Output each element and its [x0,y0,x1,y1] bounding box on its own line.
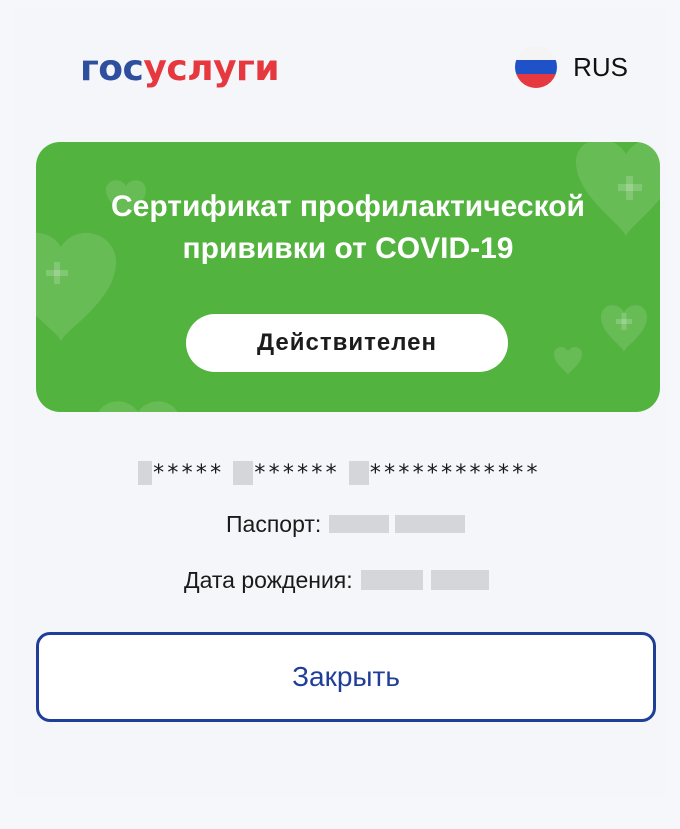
birthdate-value-blurred [430,570,489,590]
russia-flag-icon [515,46,558,88]
passport-value-blurred [329,515,390,533]
name-mask-2: ****** [253,460,339,486]
birthdate-row: Дата рождения: [184,560,489,600]
masked-name: ***** ****** ************ [138,456,550,490]
passport-label: Паспорт: [226,510,322,537]
blurred-initial [348,461,369,485]
certificate-page: госуслуги RUS Сертификат профилактическо… [14,8,666,798]
birthdate-value-blurred [360,570,423,590]
certificate-title: Сертификат профилактической прививки от … [36,186,660,270]
close-button[interactable]: Закрыть [36,632,656,722]
passport-value-blurred [395,515,466,533]
certificate-card: Сертификат профилактической прививки от … [36,142,660,412]
name-mask-1: ***** [152,460,224,486]
gosuslugi-logo[interactable]: госуслуги [80,44,280,94]
certificate-title-line1: Сертификат профилактической [111,190,585,223]
language-label: RUS [573,52,628,82]
status-badge: Действителен [186,314,508,372]
name-mask-3: ************ [368,460,540,486]
blurred-initial [233,461,254,485]
logo-part-uslugi: услуги [143,48,280,89]
certificate-title-line2: прививки от COVID-19 [182,232,514,265]
blurred-initial [138,461,152,485]
passport-row: Паспорт: [226,504,466,544]
birthdate-label: Дата рождения: [184,566,353,593]
logo-part-gos: гос [80,48,144,89]
language-switcher[interactable]: RUS [515,46,628,88]
header: госуслуги RUS [14,8,666,128]
